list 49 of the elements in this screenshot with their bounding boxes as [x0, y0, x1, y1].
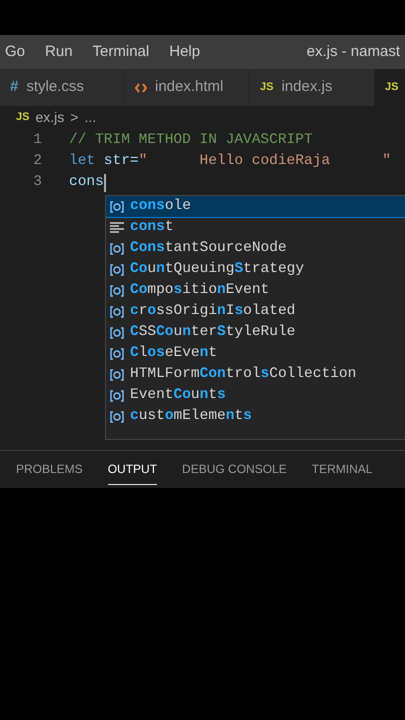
- variable-icon: [109, 326, 125, 340]
- panel-tab[interactable]: OUTPUT: [108, 454, 158, 485]
- panel-tab[interactable]: TERMINAL: [312, 454, 372, 485]
- code-line: let str=" Hello codieRaja ": [69, 152, 391, 171]
- breadcrumb-item[interactable]: ex.js: [35, 106, 64, 128]
- suggestion-item[interactable]: CountQueuingStrategy: [106, 259, 405, 280]
- suggestion-item[interactable]: CSSCounterStyleRule: [106, 322, 405, 343]
- variable-icon: [109, 410, 125, 424]
- suggestion-item[interactable]: CloseEvent: [106, 343, 405, 364]
- line-number: 3: [32, 172, 43, 192]
- menu-item[interactable]: Run: [45, 40, 73, 64]
- code-line: // TRIM METHOD IN JAVASCRIPT: [69, 130, 313, 150]
- line-number: 2: [32, 152, 43, 171]
- editor-tab[interactable]: JS index.js: [250, 69, 375, 106]
- variable-icon: [109, 242, 125, 256]
- editor-tab[interactable]: JS: [375, 69, 405, 106]
- variable-icon: [109, 262, 125, 276]
- js-icon: JS: [16, 108, 30, 126]
- variable-icon: [109, 200, 125, 214]
- suggestion-item[interactable]: ConstantSourceNode: [106, 238, 405, 259]
- variable-icon: [109, 304, 125, 318]
- variable-icon: [109, 346, 125, 360]
- breadcrumb-separator: >: [70, 108, 78, 126]
- suggestion-item[interactable]: CompositionEvent: [106, 280, 405, 301]
- hash-icon: #: [10, 76, 18, 99]
- window-title: ex.js - namast: [306, 42, 400, 62]
- editor-tab[interactable]: index.html: [125, 69, 250, 106]
- code-icon: [135, 82, 147, 92]
- suggestion-item[interactable]: console: [106, 196, 405, 217]
- menu-item[interactable]: Help: [169, 40, 200, 64]
- suggestion-item[interactable]: crossOriginIsolated: [106, 301, 405, 322]
- variable-icon: [109, 368, 125, 382]
- js-icon: JS: [385, 79, 398, 96]
- panel-tab[interactable]: DEBUG CONSOLE: [182, 454, 287, 485]
- variable-icon: [109, 284, 125, 298]
- menu-item[interactable]: Terminal: [92, 40, 150, 64]
- breadcrumb-item[interactable]: ...: [84, 106, 96, 128]
- panel-tab[interactable]: PROBLEMS: [16, 454, 83, 485]
- variable-icon: [109, 388, 125, 402]
- code-line: cons: [69, 172, 104, 192]
- suggestion-item[interactable]: EventCounts: [106, 385, 405, 406]
- suggestion-item[interactable]: customElements: [106, 406, 405, 427]
- snippet-icon: [109, 220, 125, 234]
- menu-item[interactable]: Go: [5, 40, 26, 64]
- editor-tab[interactable]: # style.css: [0, 69, 125, 106]
- line-number: 1: [32, 130, 43, 150]
- js-icon: JS: [260, 79, 274, 96]
- suggestion-item[interactable]: const: [106, 217, 405, 238]
- suggestion-item[interactable]: HTMLFormControlsCollection: [106, 364, 405, 385]
